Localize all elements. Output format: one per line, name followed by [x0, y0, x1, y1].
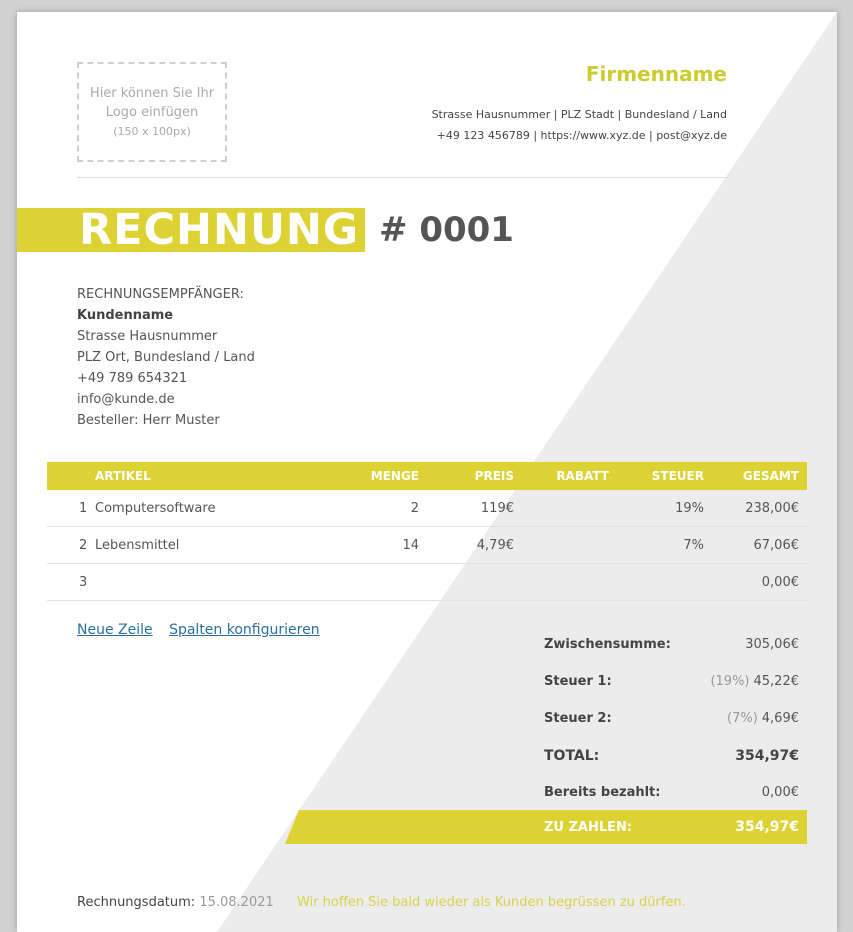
row-index: 2	[79, 538, 88, 553]
company-address-line: Strasse Hausnummer | PLZ Stadt | Bundesl…	[431, 108, 727, 121]
tax1-value: 45,22€	[753, 674, 800, 689]
paid-label: Bereits bezahlt:	[544, 785, 661, 800]
header-total: GESAMT	[742, 469, 799, 483]
recipient-city: PLZ Ort, Bundesland / Land	[77, 350, 255, 365]
recipient-email: info@kunde.de	[77, 392, 175, 407]
total-row: TOTAL: 354,97€	[544, 743, 807, 780]
tax1-label: Steuer 1:	[544, 674, 612, 689]
recipient-block[interactable]: RECHNUNGSEMPFÄNGER: Kundenname Strasse H…	[77, 284, 255, 431]
tax1-row: Steuer 1: (19%) 45,22€	[544, 669, 807, 706]
logo-placeholder-line1: Hier können Sie Ihr	[89, 85, 215, 101]
recipient-street: Strasse Hausnummer	[77, 329, 218, 344]
row-total: 238,00€	[745, 501, 799, 516]
tax2-label: Steuer 2:	[544, 711, 612, 726]
table-actions: Neue Zeile Spalten konfigurieren	[77, 622, 332, 638]
row-tax[interactable]: 7%	[683, 538, 704, 553]
subtotal-row: Zwischensumme: 305,06€	[544, 632, 807, 669]
amount-due-value: 354,97€	[735, 819, 799, 835]
tax1-amount: (19%) 45,22€	[710, 674, 799, 689]
row-article[interactable]: Lebensmittel	[95, 538, 179, 553]
row-index: 1	[79, 501, 88, 516]
tax2-row: Steuer 2: (7%) 4,69€	[544, 706, 807, 743]
total-label: TOTAL:	[544, 748, 600, 764]
company-contact-line: +49 123 456789 | https://www.xyz.de | po…	[436, 129, 727, 142]
logo-size-hint: (150 x 100px)	[113, 124, 191, 138]
row-tax[interactable]: 19%	[675, 501, 704, 516]
recipient-name: Kundenname	[77, 308, 174, 323]
footer-message[interactable]: Wir hoffen Sie bald wieder als Kunden be…	[297, 895, 686, 910]
invoice-date[interactable]: Rechnungsdatum: 15.08.2021	[77, 895, 274, 910]
tax2-rate: (7%)	[727, 711, 758, 726]
tax2-value: 4,69€	[761, 711, 799, 726]
header-quantity: MENGE	[370, 469, 419, 483]
invoice-title: RECHNUNG	[79, 205, 360, 255]
company-name[interactable]: Firmenname	[586, 62, 727, 86]
row-price[interactable]: 4,79€	[477, 538, 514, 553]
row-quantity[interactable]: 14	[402, 538, 419, 553]
header-article: ARTIKEL	[95, 469, 151, 483]
amount-due-label: ZU ZAHLEN:	[544, 820, 633, 835]
paid-value[interactable]: 0,00€	[762, 785, 799, 800]
tax2-amount: (7%) 4,69€	[727, 711, 799, 726]
recipient-label: RECHNUNGSEMPFÄNGER:	[77, 287, 244, 302]
tax1-rate: (19%)	[710, 674, 750, 689]
row-price[interactable]: 119€	[481, 501, 514, 516]
table-row[interactable]: 1 Computersoftware 2 119€ 19% 238,00€	[47, 490, 807, 527]
total-value: 354,97€	[735, 748, 799, 764]
subtotal-value: 305,06€	[745, 637, 799, 652]
header-divider	[77, 177, 727, 178]
totals-block: Zwischensumme: 305,06€ Steuer 1: (19%) 45…	[544, 632, 807, 817]
logo-placeholder-line2: Logo einfügen	[105, 104, 199, 120]
header-tax: STEUER	[651, 469, 704, 483]
invoice-date-value: 15.08.2021	[199, 895, 274, 910]
recipient-phone: +49 789 654321	[77, 371, 188, 386]
configure-columns-link[interactable]: Spalten konfigurieren	[169, 622, 320, 638]
row-index: 3	[79, 575, 88, 590]
row-quantity[interactable]: 2	[411, 501, 419, 516]
items-table: ARTIKEL MENGE PREIS RABATT STEUER GESAMT…	[47, 462, 807, 601]
table-header: ARTIKEL MENGE PREIS RABATT STEUER GESAMT	[47, 462, 807, 490]
table-row[interactable]: 2 Lebensmittel 14 4,79€ 7% 67,06€	[47, 527, 807, 564]
header-discount: RABATT	[556, 469, 609, 483]
invoice-date-label: Rechnungsdatum:	[77, 895, 196, 910]
logo-placeholder[interactable]: Hier können Sie Ihr Logo einfügen (150 x…	[77, 62, 227, 162]
subtotal-label: Zwischensumme:	[544, 637, 671, 652]
invoice-number[interactable]: # 0001	[379, 208, 514, 252]
row-total: 0,00€	[761, 575, 799, 590]
new-row-link[interactable]: Neue Zeile	[77, 622, 153, 638]
invoice-page: Hier können Sie Ihr Logo einfügen (150 x…	[17, 12, 837, 932]
row-article[interactable]: Computersoftware	[95, 501, 215, 516]
table-row[interactable]: 3 0,00€	[47, 564, 807, 601]
company-address[interactable]: Strasse Hausnummer | PLZ Stadt | Bundesl…	[432, 104, 727, 146]
row-total: 67,06€	[753, 538, 800, 553]
recipient-orderer: Besteller: Herr Muster	[77, 413, 220, 428]
header-price: PREIS	[474, 469, 514, 483]
